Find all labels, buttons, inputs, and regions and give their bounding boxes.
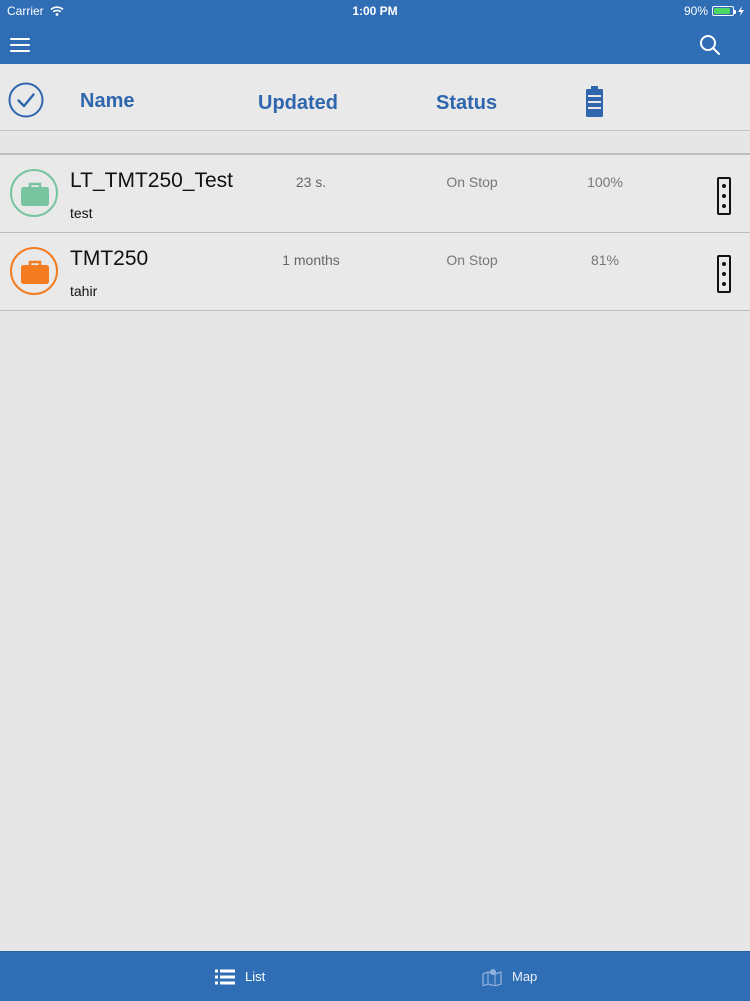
status-bar: Carrier 1:00 PM 90% <box>0 0 750 22</box>
device-battery: 100% <box>587 174 623 190</box>
battery-icon <box>712 6 736 16</box>
device-subtitle: tahir <box>70 283 98 299</box>
device-updated: 23 s. <box>295 174 327 190</box>
device-name: LT_TMT250_Test <box>70 169 234 192</box>
battery-fill <box>714 8 731 14</box>
device-updated: 1 months <box>282 252 340 268</box>
tab-map[interactable]: Map <box>482 952 537 1001</box>
device-avatar <box>10 247 58 295</box>
search-icon[interactable] <box>699 34 721 56</box>
status-right-group: 90% <box>684 4 744 18</box>
name-column-header[interactable]: Name <box>80 90 134 113</box>
device-battery: 81% <box>590 252 620 268</box>
device-status: On Stop <box>446 174 498 190</box>
bottom-tab-bar: List Map <box>0 951 750 1001</box>
briefcase-icon <box>21 260 49 284</box>
map-icon <box>482 968 502 986</box>
column-header: Name Updated Status <box>0 64 750 131</box>
tab-map-label: Map <box>512 969 538 984</box>
device-name: TMT250 <box>70 247 149 270</box>
briefcase-icon <box>21 182 49 206</box>
tab-list[interactable]: List <box>215 952 265 1001</box>
more-options-button[interactable] <box>717 177 731 215</box>
more-options-button[interactable] <box>717 255 731 293</box>
battery-column-header-icon[interactable] <box>586 86 603 117</box>
device-status: On Stop <box>446 252 498 268</box>
device-row[interactable]: TMT250 tahir 1 months On Stop 81% <box>0 233 750 311</box>
tab-list-label: List <box>245 969 266 984</box>
top-navigation-bar: Carrier 1:00 PM 90% <box>0 0 750 64</box>
clock: 1:00 PM <box>352 4 398 18</box>
menu-icon[interactable] <box>10 38 30 52</box>
device-row[interactable]: LT_TMT250_Test test 23 s. On Stop 100% <box>0 155 750 233</box>
charging-bolt-icon <box>738 6 744 16</box>
battery-percent: 90% <box>683 4 708 18</box>
device-avatar <box>10 169 58 217</box>
list-icon <box>215 969 235 984</box>
updated-column-header[interactable]: Updated <box>258 92 338 115</box>
device-subtitle: test <box>70 205 93 221</box>
select-all-check-icon[interactable] <box>8 82 44 118</box>
